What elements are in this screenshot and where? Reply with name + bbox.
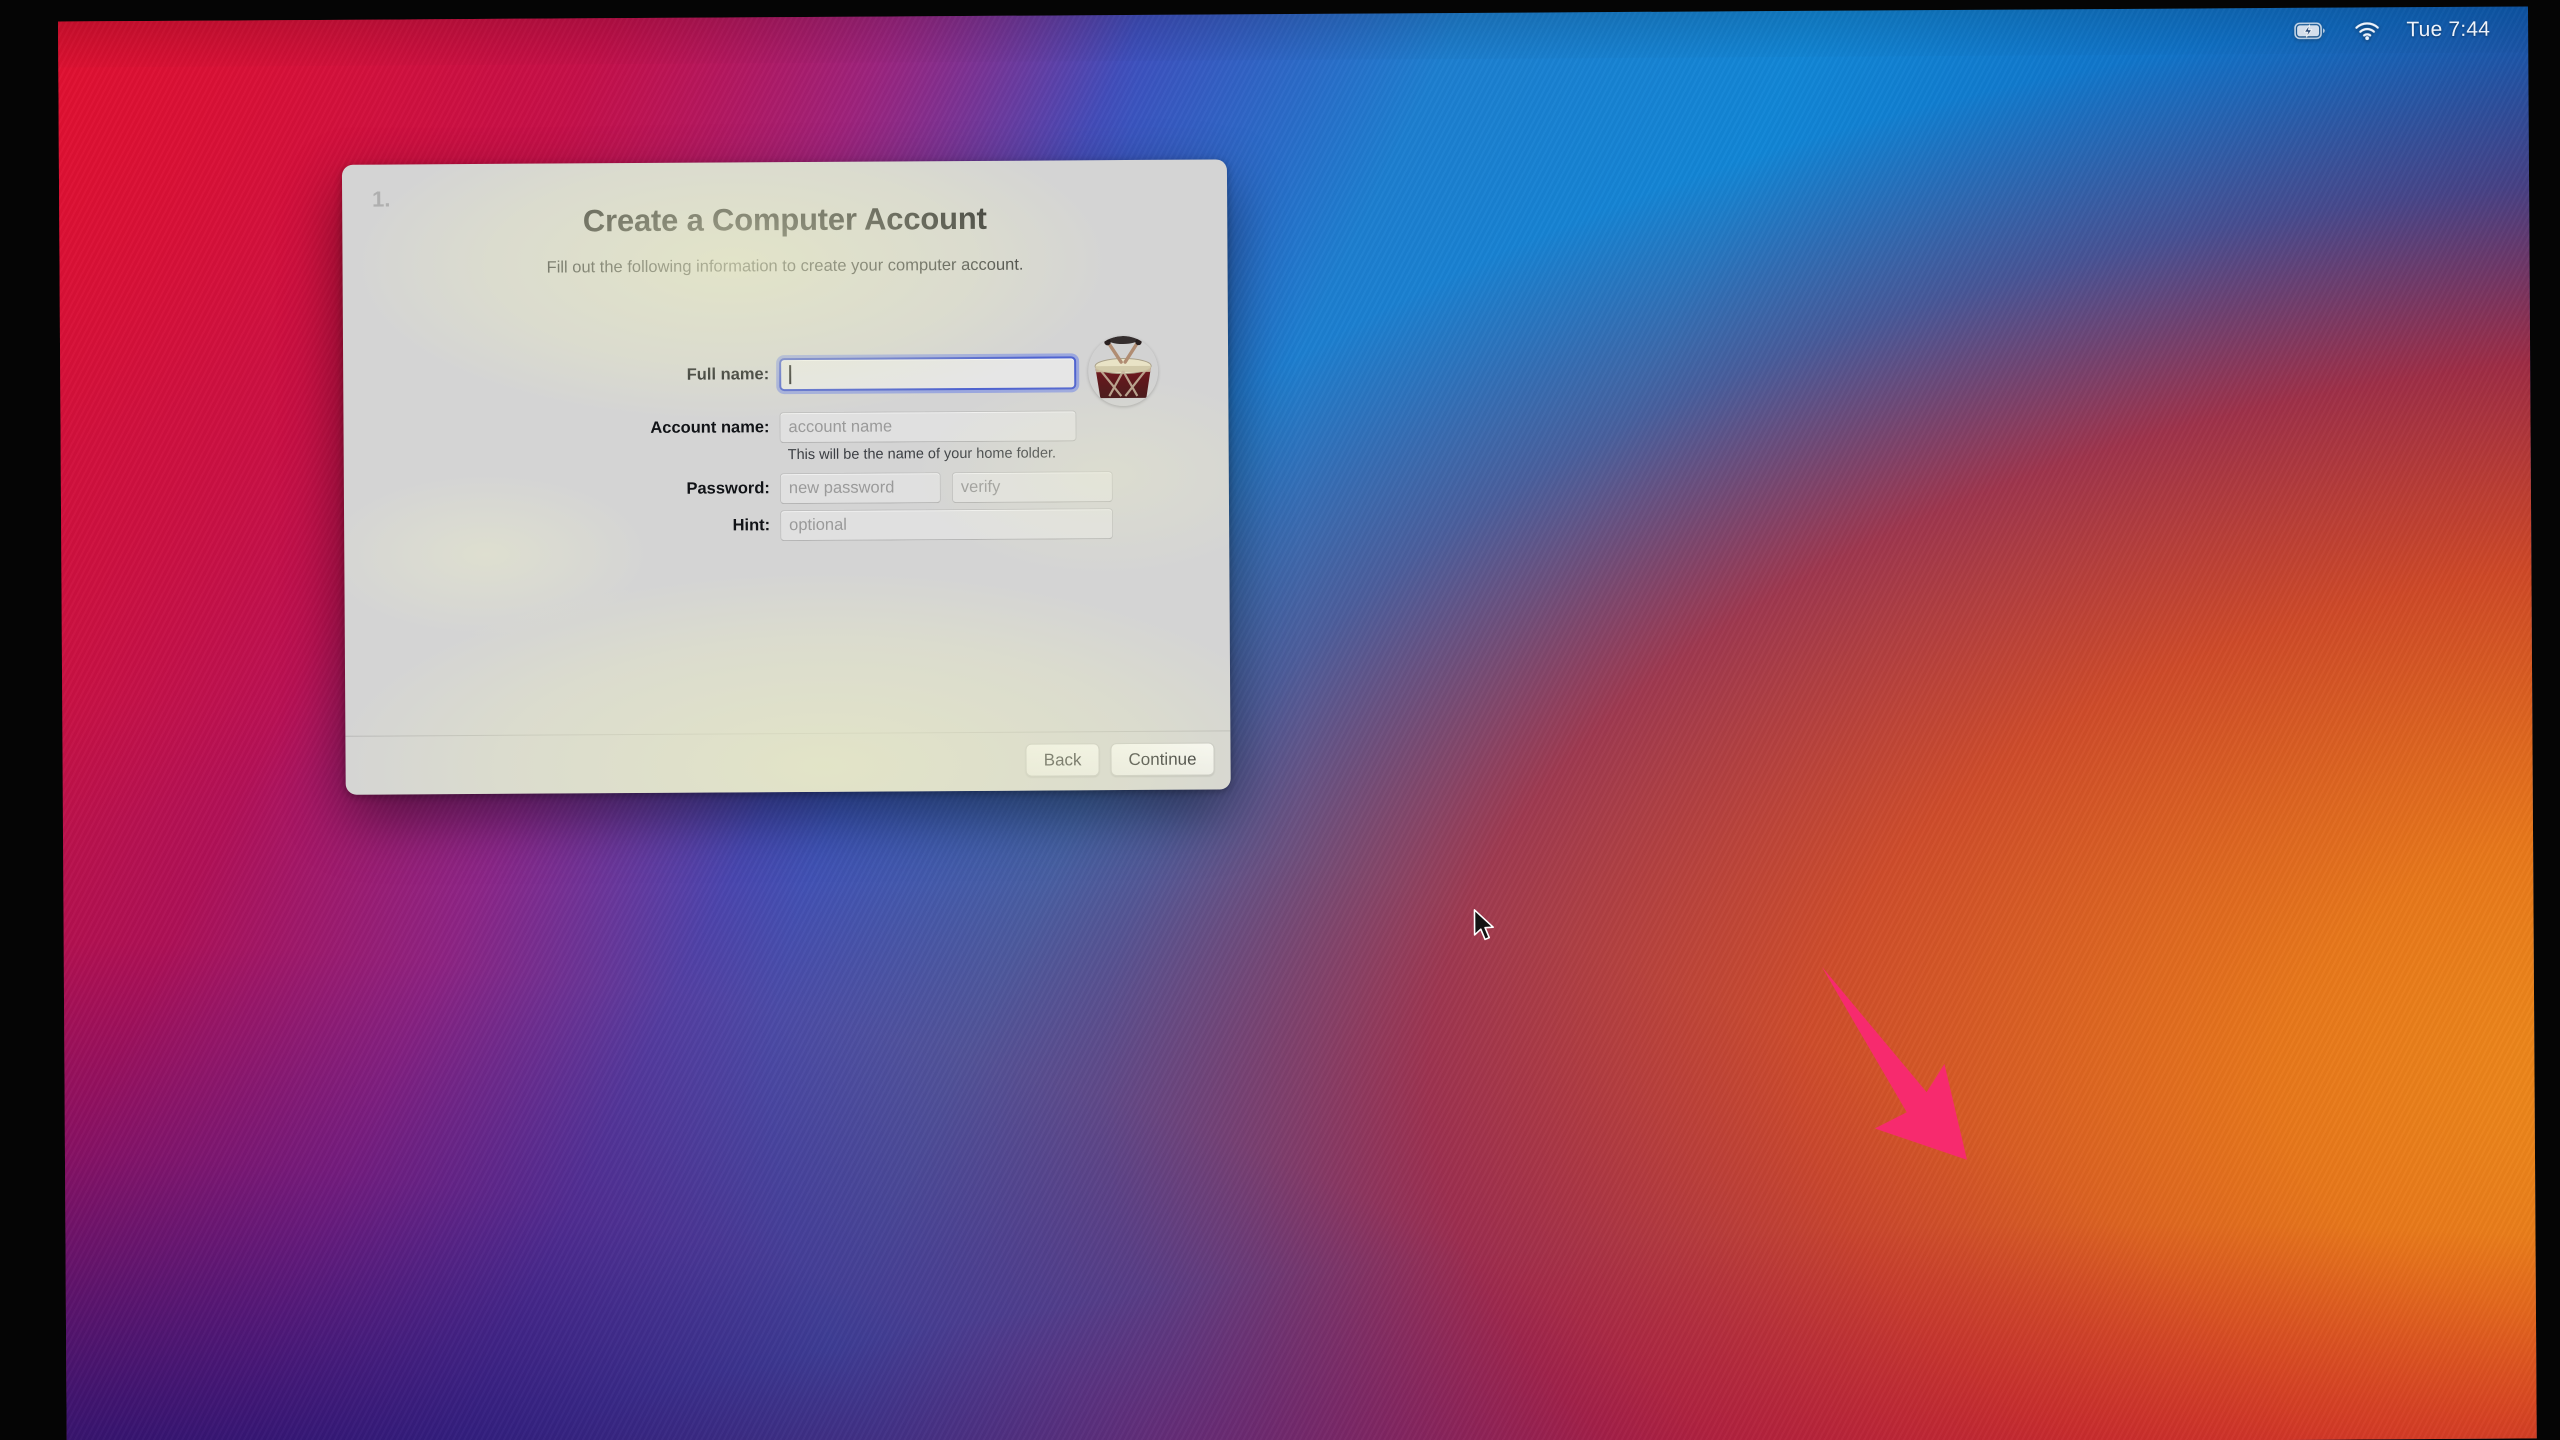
display-surface: Tue 7:44 1. Create a Computer Account Fi…	[58, 6, 2537, 1440]
form-row-account-name: Account name: account name	[343, 409, 1228, 445]
form-row-hint: Hint: optional	[344, 507, 1229, 543]
footer-divider	[345, 730, 1231, 737]
screen-photograph: Tue 7:44 1. Create a Computer Account Fi…	[0, 0, 2560, 1440]
continue-button[interactable]: Continue	[1110, 742, 1215, 777]
wifi-icon[interactable]	[2354, 21, 2380, 40]
verify-password-input[interactable]: verify	[951, 471, 1113, 504]
dialog-body: Create a Computer Account Fill out the f…	[342, 159, 1231, 794]
hint-input[interactable]: optional	[780, 508, 1114, 542]
clock-label: Tue 7:44	[2406, 17, 2491, 42]
account-name-helper-text: This will be the name of your home folde…	[787, 445, 1057, 464]
setup-assistant-dialog: 1. Create a Computer Account Fill out th…	[341, 159, 1231, 795]
full-name-label: Full name:	[686, 364, 770, 384]
form-row-password: Password: new password verify	[344, 470, 1229, 506]
text-caret	[789, 364, 792, 384]
account-name-label: Account name:	[650, 418, 770, 437]
page-subtitle: Fill out the following information to cr…	[546, 255, 1024, 277]
password-input[interactable]: new password	[779, 472, 941, 505]
password-label: Password:	[686, 479, 770, 498]
battery-charging-icon[interactable]	[2294, 22, 2328, 40]
account-name-input[interactable]: account name	[779, 410, 1077, 444]
mouse-pointer	[1472, 909, 1498, 950]
account-form: Full name: Account name: account name Th…	[343, 335, 1229, 547]
form-row-full-name: Full name:	[343, 335, 1228, 410]
back-button[interactable]: Back	[1025, 743, 1100, 777]
account-picture-drum-icon[interactable]	[1087, 335, 1159, 407]
pink-arrow-pointing-to-continue	[1814, 959, 2055, 1195]
screen-smudge-artifact: 1.	[372, 186, 391, 212]
full-name-input[interactable]	[779, 355, 1077, 391]
hint-label: Hint:	[732, 516, 771, 535]
menubar-clock[interactable]: Tue 7:44	[2406, 18, 2490, 43]
page-title: Create a Computer Account	[582, 200, 987, 239]
dialog-footer: Back Continue	[1025, 742, 1215, 777]
